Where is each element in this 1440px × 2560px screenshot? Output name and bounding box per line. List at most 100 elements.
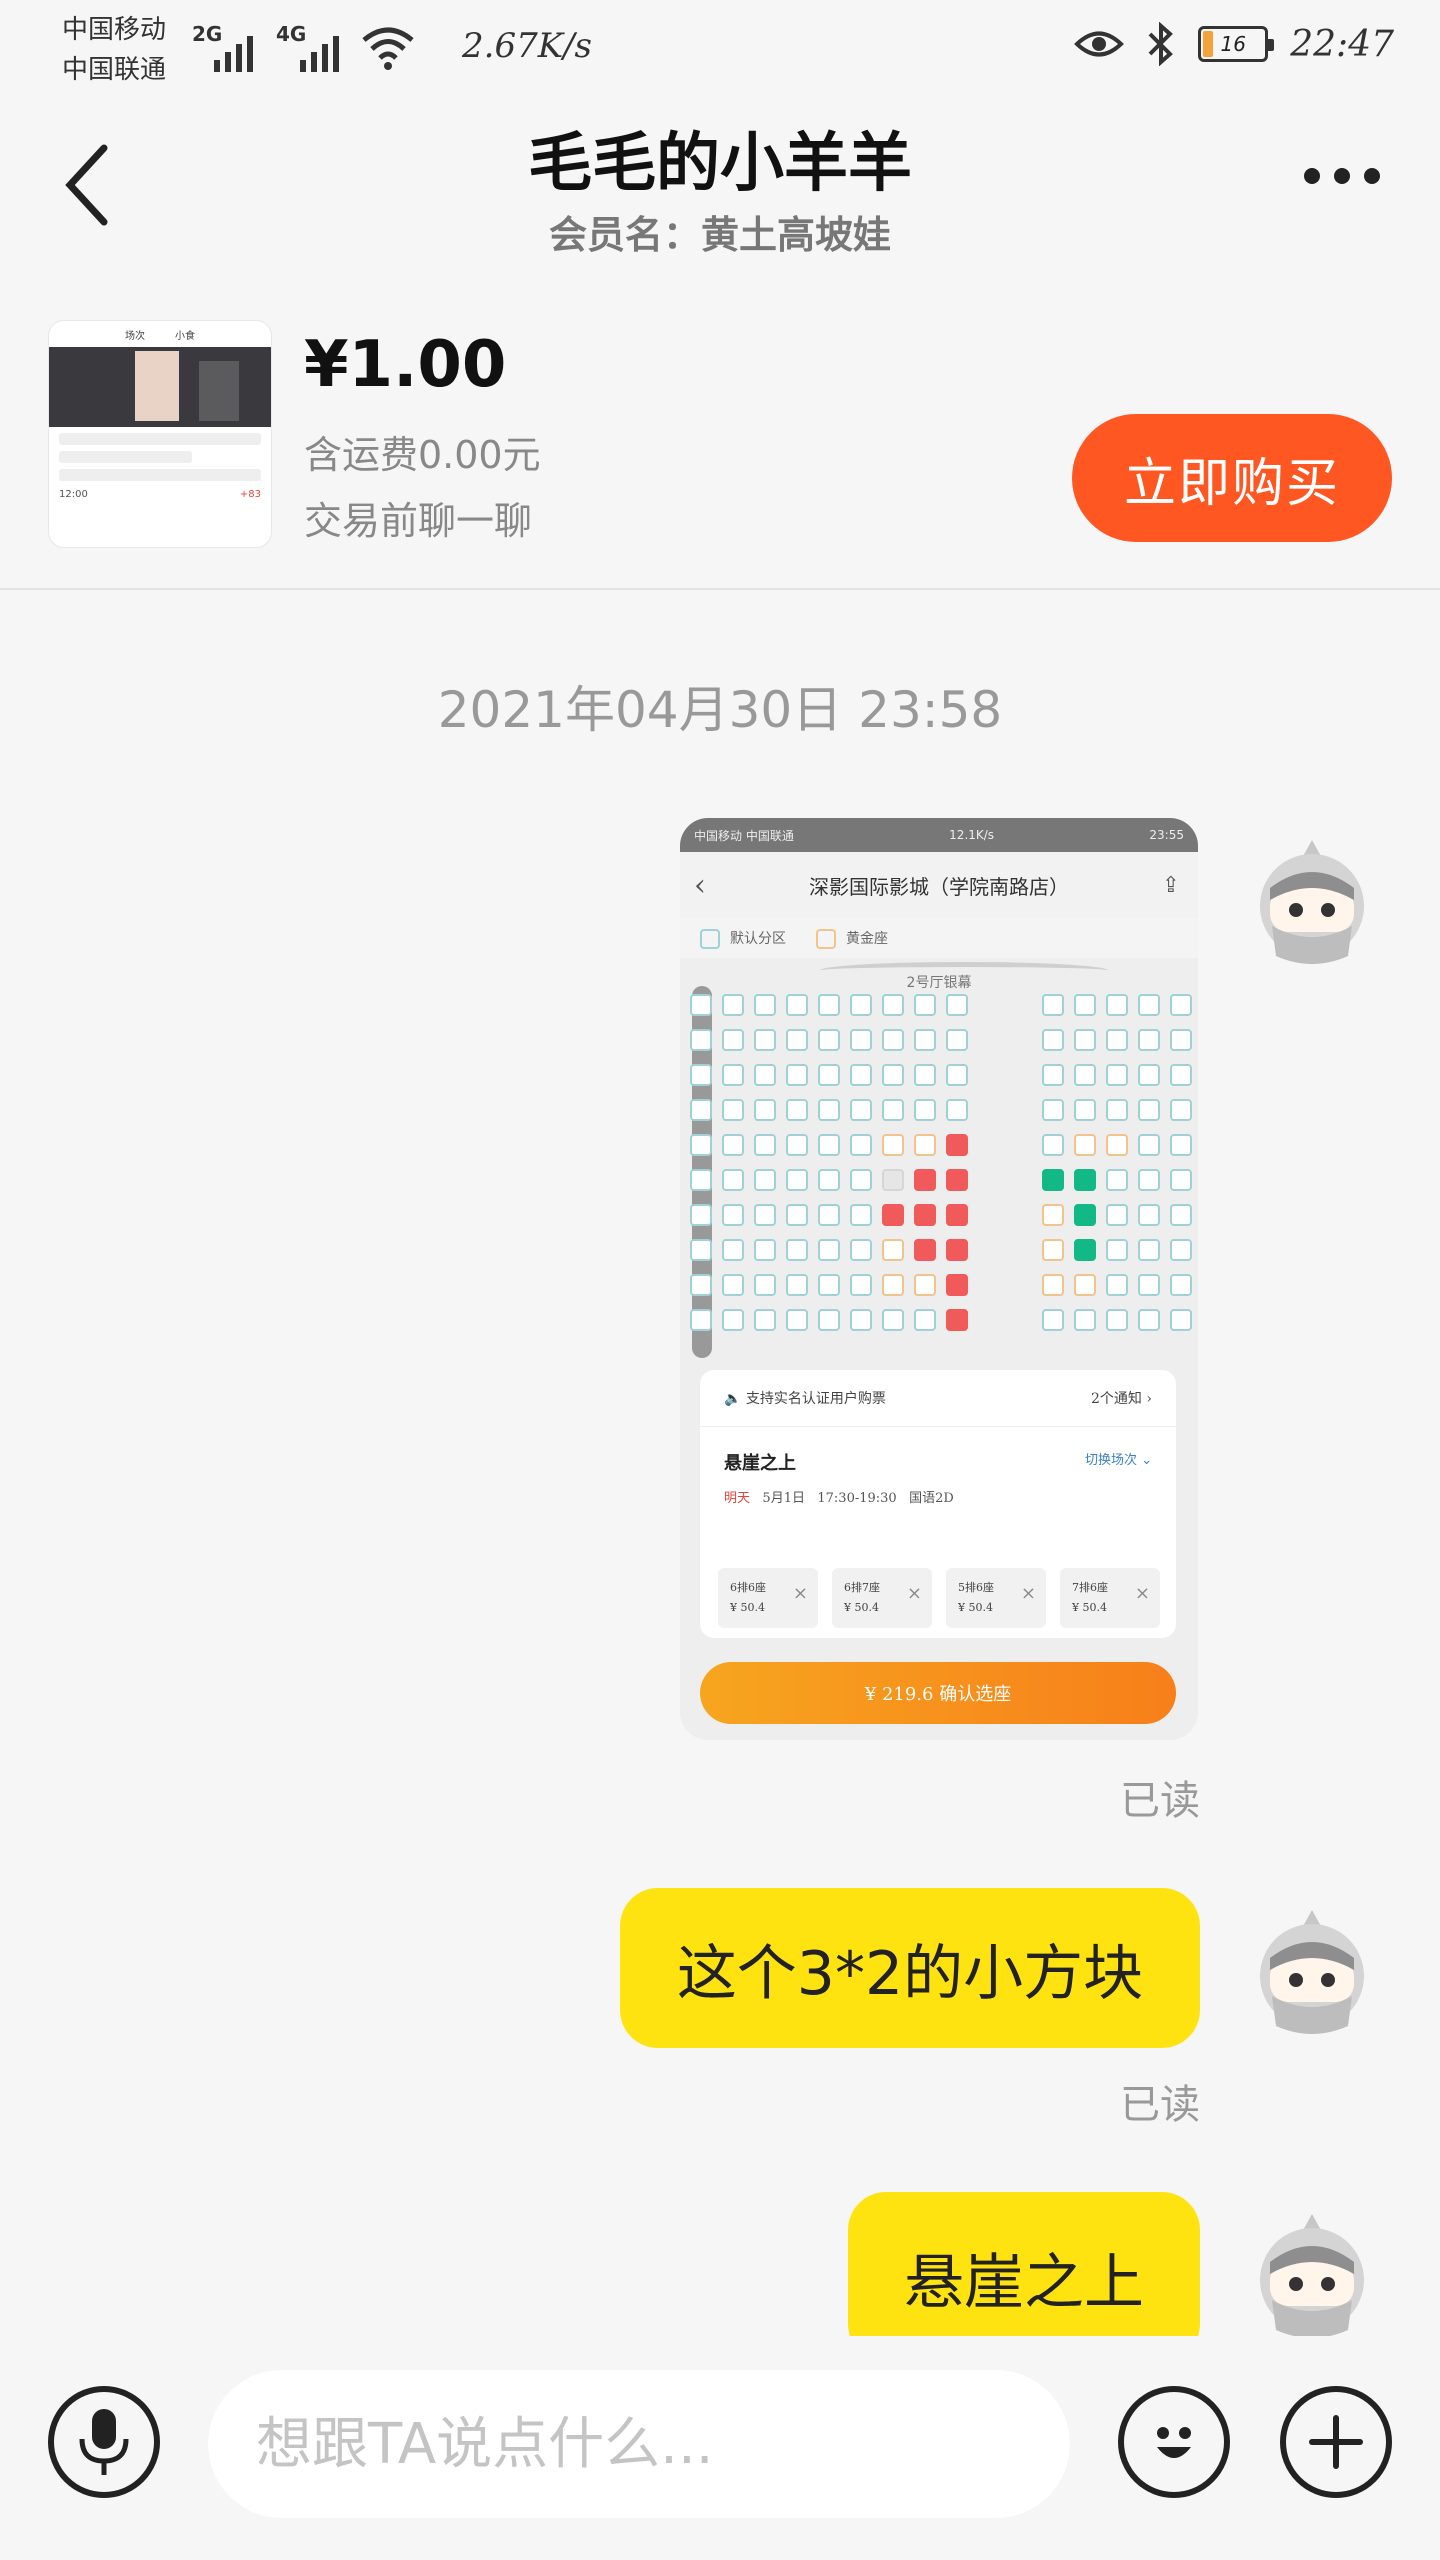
seat <box>850 1309 872 1331</box>
seat <box>1074 1029 1096 1051</box>
seat <box>722 1309 744 1331</box>
seat <box>754 1169 776 1191</box>
voice-button[interactable] <box>48 2386 160 2498</box>
seat <box>722 1064 744 1086</box>
avatar[interactable] <box>1250 836 1374 976</box>
seat <box>818 1029 840 1051</box>
message-clip: 悬崖之上 <box>0 2192 1440 2336</box>
shot-status-bar: 中国移动 中国联通 12.1K/s 23:55 <box>680 818 1198 852</box>
seat <box>850 1134 872 1156</box>
seat <box>786 1169 808 1191</box>
read-receipt: 已读 <box>1120 2082 1200 2128</box>
plus-button[interactable] <box>1280 2386 1392 2498</box>
seat <box>1138 1134 1160 1156</box>
seat <box>882 1029 904 1051</box>
seat <box>1138 1169 1160 1191</box>
seat <box>1042 994 1064 1016</box>
page-title: 毛毛的小羊羊 <box>528 127 912 201</box>
chat-header: 毛毛的小羊羊 会员名：黄土高坡娃 <box>0 96 1440 266</box>
seat <box>882 1274 904 1296</box>
seat <box>722 1239 744 1261</box>
shot-time: 23:55 <box>1149 828 1184 842</box>
seat <box>690 1239 712 1261</box>
plus-icon <box>1309 2415 1363 2469</box>
seat <box>1074 1064 1096 1086</box>
seat <box>1106 1204 1128 1226</box>
avatar[interactable] <box>1250 1906 1374 2046</box>
seat <box>722 1134 744 1156</box>
shot-format: 国语2D <box>909 1491 954 1506</box>
seat <box>1138 1029 1160 1051</box>
seat <box>1170 1064 1192 1086</box>
shot-date: 5月1日 <box>762 1491 805 1506</box>
seat <box>786 1309 808 1331</box>
seat <box>850 1099 872 1121</box>
shot-order-card: 🔈 支持实名认证用户购票 2个通知 › 悬崖之上 切换场次 ⌄ 明天 5月1日 … <box>700 1370 1176 1638</box>
seat <box>850 1029 872 1051</box>
shot-ticket: 7排6座 ¥ 50.4 × <box>1060 1568 1160 1628</box>
seat <box>818 1204 840 1226</box>
seat <box>850 1064 872 1086</box>
seat <box>1074 994 1096 1016</box>
seat <box>818 1169 840 1191</box>
product-thumbnail[interactable]: 场次 小食 12:00 +83 <box>48 320 272 548</box>
seat <box>1074 1134 1096 1156</box>
seat <box>690 1134 712 1156</box>
wifi-icon <box>362 27 414 70</box>
seat <box>882 1309 904 1331</box>
seat <box>1106 1309 1128 1331</box>
seat <box>754 1309 776 1331</box>
seat <box>946 1029 968 1051</box>
seat <box>1170 1169 1192 1191</box>
seat <box>1170 1099 1192 1121</box>
seat <box>1170 1134 1192 1156</box>
shot-day: 明天 <box>724 1491 751 1506</box>
emoji-icon <box>1157 2427 1191 2458</box>
seat <box>946 1274 968 1296</box>
seat <box>754 1204 776 1226</box>
seat <box>850 1274 872 1296</box>
seat <box>1170 994 1192 1016</box>
seat <box>882 1169 904 1191</box>
seat <box>1042 1169 1064 1191</box>
seat <box>882 1239 904 1261</box>
seat <box>754 1134 776 1156</box>
emoji-button[interactable] <box>1118 2386 1230 2498</box>
seat <box>1106 1099 1128 1121</box>
shot-time: 17:30-19:30 <box>817 1491 897 1506</box>
seat <box>1074 1239 1096 1261</box>
shipping-fee: 含运费0.00元 <box>304 433 541 477</box>
more-icon[interactable] <box>1304 168 1380 184</box>
text-message[interactable]: 悬崖之上 <box>848 2192 1200 2336</box>
seat <box>722 1169 744 1191</box>
image-message[interactable]: 中国移动 中国联通 12.1K/s 23:55 ‹ 深影国际影城（学院南路店） … <box>680 818 1198 1740</box>
seat <box>1138 1204 1160 1226</box>
seat <box>914 1064 936 1086</box>
ninja-avatar-icon <box>1260 1910 1364 2034</box>
seat <box>914 1204 936 1226</box>
shot-cinema-name: 深影国际影城（学院南路店） <box>809 874 1069 899</box>
seat <box>946 1169 968 1191</box>
seat <box>818 1239 840 1261</box>
seat <box>914 1169 936 1191</box>
seat <box>1138 1274 1160 1296</box>
product-card[interactable]: 场次 小食 12:00 +83 ¥1.00 含运费0.00元 交易前聊一聊 立即… <box>0 300 1440 590</box>
shot-ticket: 5排6座 ¥ 50.4 × <box>946 1568 1046 1628</box>
shot-show-info: 明天 5月1日 17:30-19:30 国语2D <box>700 1475 1176 1518</box>
seat <box>914 1274 936 1296</box>
ninja-avatar-icon <box>1260 840 1364 964</box>
shot-back-icon: ‹ <box>694 867 706 903</box>
thumb-tab-1: 场次 <box>125 331 145 342</box>
carrier-1: 中国移动 <box>62 15 167 45</box>
seat <box>914 1029 936 1051</box>
message-input[interactable] <box>208 2370 1070 2518</box>
seat <box>850 1239 872 1261</box>
seat <box>690 994 712 1016</box>
seat <box>1074 1169 1096 1191</box>
buy-now-button[interactable]: 立即购买 <box>1072 414 1392 542</box>
seat <box>1042 1064 1064 1086</box>
text-message[interactable]: 这个3*2的小方块 <box>620 1888 1200 2048</box>
shot-notice-row: 🔈 支持实名认证用户购票 2个通知 › <box>700 1370 1176 1427</box>
battery-icon: 16 <box>1198 26 1275 62</box>
seat <box>1170 1274 1192 1296</box>
